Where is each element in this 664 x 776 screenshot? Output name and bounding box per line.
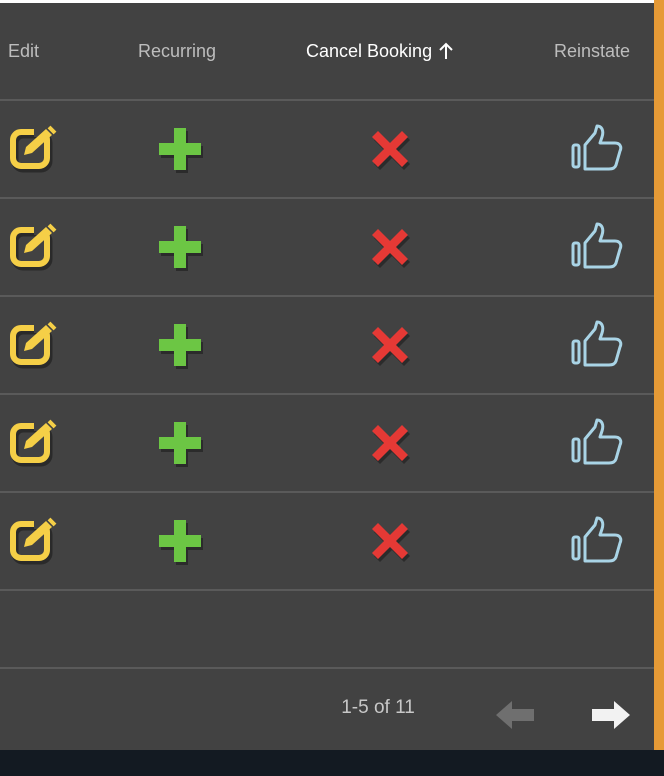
sort-ascending-icon[interactable] [438,42,454,60]
arrow-right-icon [590,698,632,732]
reinstate-button[interactable] [566,297,628,393]
thumbs-up-icon [569,123,625,175]
edit-button[interactable] [6,297,62,393]
plus-icon [153,220,207,274]
recurring-button[interactable] [148,297,212,393]
reinstate-button[interactable] [566,101,628,197]
column-header-cancel-booking[interactable]: Cancel Booking [306,3,454,99]
column-header-reinstate[interactable]: Reinstate [554,3,630,99]
cross-icon [364,123,416,175]
recurring-button[interactable] [148,395,212,491]
cancel-booking-button[interactable] [360,297,420,393]
next-page-button[interactable] [586,693,636,737]
bottom-bar [0,750,664,776]
edit-button[interactable] [6,199,62,295]
column-header-edit[interactable]: Edit [8,3,39,99]
recurring-button[interactable] [148,493,212,589]
table-row [0,297,654,395]
cross-icon [364,417,416,469]
previous-page-button[interactable] [490,693,540,737]
table-row [0,395,654,493]
recurring-button[interactable] [148,199,212,295]
thumbs-up-icon [569,515,625,567]
recurring-button[interactable] [148,101,212,197]
column-header-recurring[interactable]: Recurring [138,3,216,99]
bookings-table: Edit Recurring Cancel Booking Reinstate … [0,3,654,750]
cancel-booking-button[interactable] [360,199,420,295]
edit-icon [8,221,60,273]
plus-icon [153,318,207,372]
reinstate-button[interactable] [566,493,628,589]
column-header-label: Edit [8,40,40,61]
cancel-booking-button[interactable] [360,101,420,197]
thumbs-up-icon [569,221,625,273]
thumbs-up-icon [569,319,625,371]
scroll-edge-accent [654,0,664,750]
thumbs-up-icon [569,417,625,469]
column-header-label: Cancel Booking [306,40,433,61]
edit-icon [8,319,60,371]
cross-icon [364,221,416,273]
edit-icon [8,417,60,469]
edit-button[interactable] [6,101,62,197]
plus-icon [153,122,207,176]
reinstate-button[interactable] [566,199,628,295]
edit-icon [8,515,60,567]
plus-icon [153,514,207,568]
table-row [0,199,654,297]
edit-button[interactable] [6,395,62,491]
cross-icon [364,515,416,567]
table-row [0,101,654,199]
empty-row [0,589,654,669]
column-header-label: Reinstate [554,40,631,61]
arrow-left-icon [494,698,536,732]
edit-icon [8,123,60,175]
pagination-range: 1-5 of 11 [341,697,415,718]
table-row [0,493,654,591]
plus-icon [153,416,207,470]
column-header-label: Recurring [138,40,217,61]
edit-button[interactable] [6,493,62,589]
cross-icon [364,319,416,371]
reinstate-button[interactable] [566,395,628,491]
table-header: Edit Recurring Cancel Booking Reinstate [0,3,654,101]
cancel-booking-button[interactable] [360,493,420,589]
cancel-booking-button[interactable] [360,395,420,491]
